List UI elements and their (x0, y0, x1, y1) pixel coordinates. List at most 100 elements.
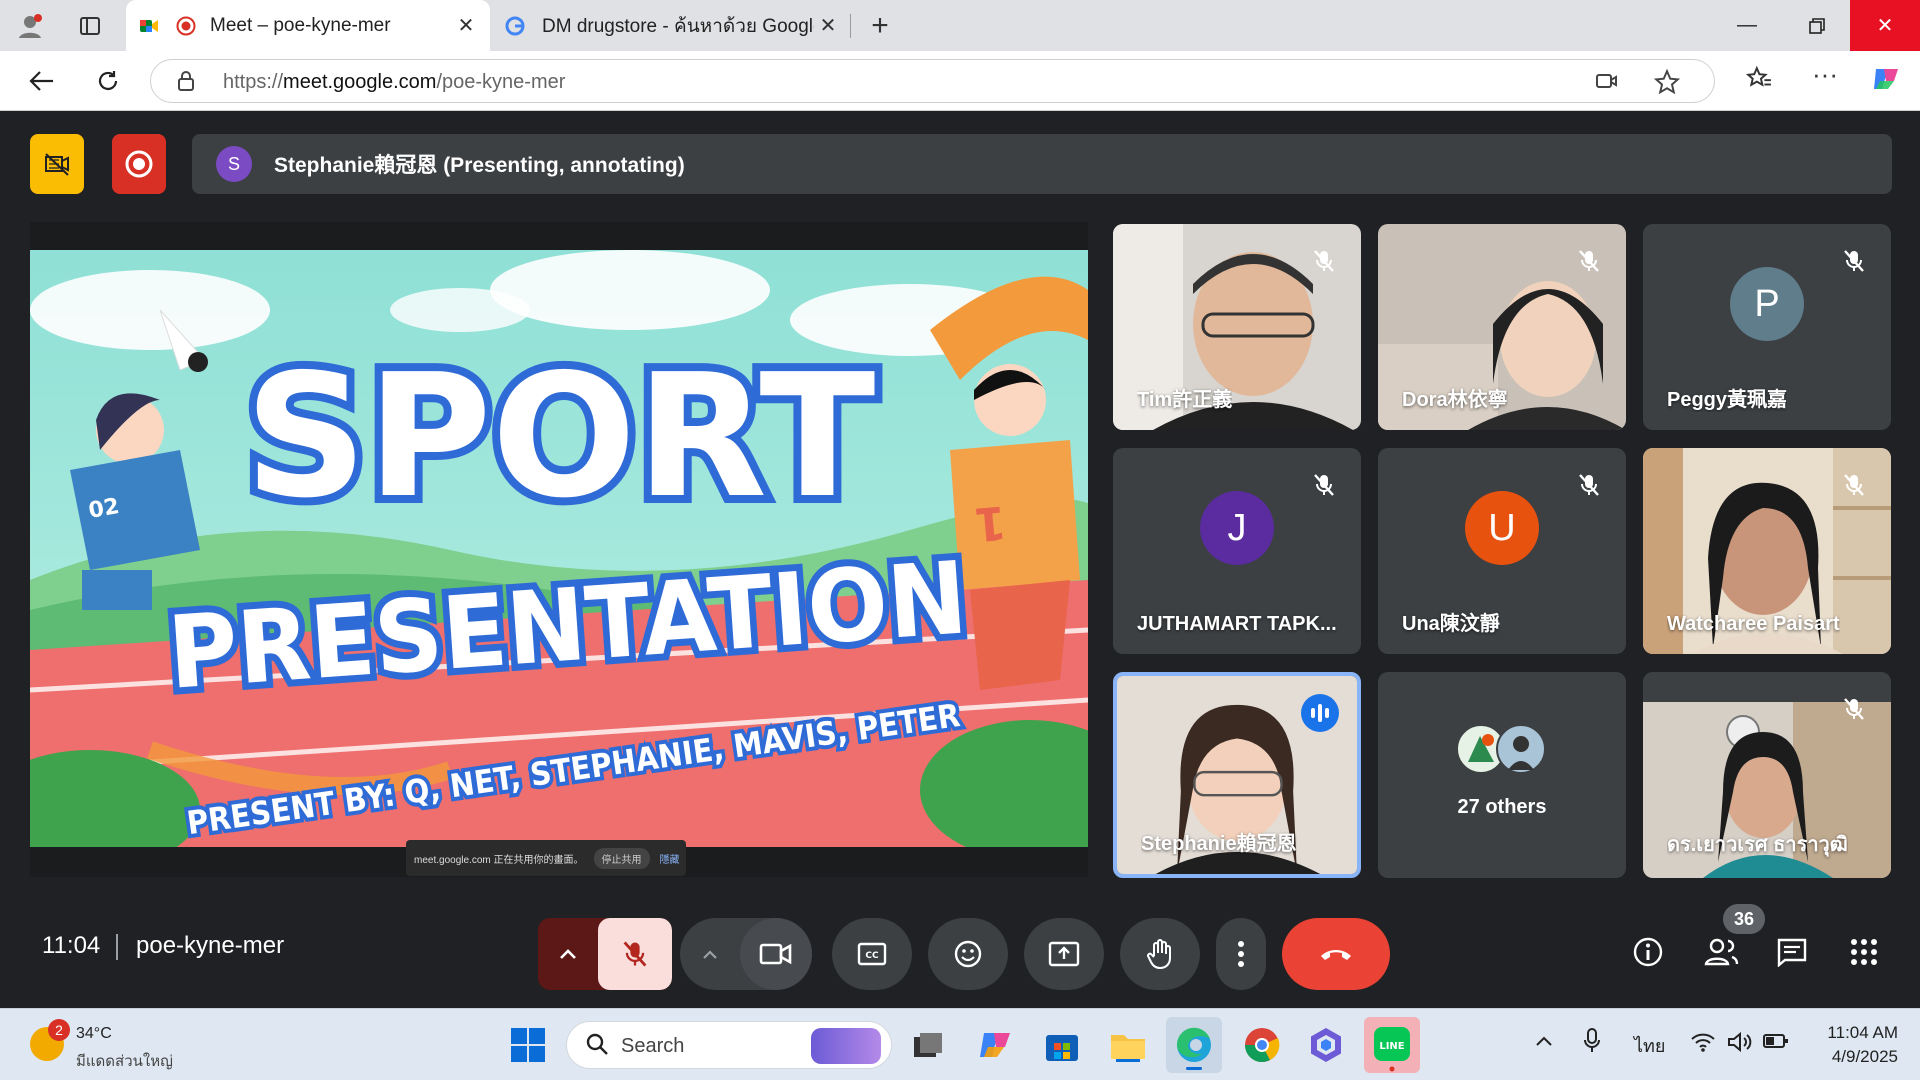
participant-tile[interactable]: ดร.เยาวเรศ ธาราวุฒิ (1643, 672, 1891, 878)
people-count-badge: 36 (1723, 904, 1765, 934)
clock-date: 4/9/2025 (1831, 1047, 1898, 1066)
google-favicon-icon (504, 15, 526, 37)
stop-sharing-button[interactable]: 停止共用 (593, 847, 650, 869)
presentation-slide: 1 02 SPORT PRESENTATION PRESENT BY: Q, N… (30, 250, 1088, 847)
task-view-icon[interactable] (908, 1025, 948, 1065)
mic-off-icon (1311, 248, 1337, 274)
minimize-button[interactable]: — (1712, 0, 1782, 51)
windows-start-icon[interactable] (508, 1025, 548, 1065)
raise-hand-icon (1147, 939, 1171, 970)
copilot-app-icon[interactable] (976, 1025, 1016, 1065)
volume-icon[interactable] (1726, 1031, 1752, 1059)
audio-options-chevron-icon[interactable] (538, 918, 598, 990)
favorite-star-icon[interactable] (1653, 68, 1681, 100)
people-icon[interactable] (1702, 932, 1742, 972)
reactions-button[interactable] (928, 918, 1008, 990)
participant-avatar: P (1730, 267, 1804, 341)
participant-avatar: J (1200, 491, 1274, 565)
back-arrow-icon[interactable] (22, 63, 62, 99)
camera-in-use-icon[interactable] (1596, 72, 1618, 95)
camera-control-group (680, 918, 812, 990)
mic-off-icon (623, 941, 647, 967)
favorites-icon[interactable] (1745, 65, 1772, 97)
mic-off-icon (1576, 248, 1602, 274)
hide-banner-link[interactable]: 隱藏 (660, 851, 680, 866)
mic-off-button[interactable] (598, 918, 672, 990)
profile-icon[interactable] (12, 8, 48, 44)
search-label: Search (621, 1035, 685, 1057)
chat-icon[interactable] (1772, 932, 1812, 972)
tab-meet[interactable]: Meet – poe-kyne-mer ✕ (126, 0, 490, 51)
mic-off-icon (1841, 248, 1867, 274)
meet-controls-bar: 11:04 poe-kyne-mer CC 36 (6, 902, 1914, 1002)
hang-up-icon (1321, 950, 1351, 960)
wifi-icon[interactable] (1690, 1031, 1716, 1059)
battery-icon[interactable] (1762, 1031, 1790, 1057)
participant-name: Dora林依寧 (1402, 389, 1508, 411)
captions-button[interactable]: CC (832, 918, 912, 990)
screen-share-banner: meet.google.com 正在共用你的畫面。 停止共用 隱藏 (406, 840, 686, 876)
svg-text:CC: CC (865, 951, 879, 961)
raise-hand-button[interactable] (1120, 918, 1200, 990)
participant-name: JUTHAMART TAPK... (1137, 613, 1337, 635)
recording-indicator-icon[interactable] (112, 134, 166, 194)
microphone-tray-icon[interactable] (1582, 1027, 1602, 1061)
participant-name: Una陳汶靜 (1402, 613, 1500, 635)
no-video-icon[interactable] (30, 134, 84, 194)
participant-tile[interactable]: U Una陳汶靜 (1378, 448, 1626, 654)
microsoft-store-icon[interactable] (1042, 1025, 1082, 1065)
notification-badge: 2 (48, 1019, 70, 1041)
slide-title-line1: SPORT (245, 338, 876, 536)
mic-control-group (538, 918, 672, 990)
present-screen-button[interactable] (1024, 918, 1104, 990)
show-hidden-icons-chevron[interactable] (1534, 1031, 1554, 1054)
more-options-button[interactable] (1216, 918, 1266, 990)
presenter-status: Stephanie賴冠恩 (Presenting, annotating) (274, 154, 685, 177)
url-text: https://meet.google.com/poe-kyne-mer (223, 71, 566, 93)
windows-taskbar: 2 34°C มีแดดส่วนใหญ่ Search LINE ไทย 11:… (0, 1008, 1920, 1080)
url-field[interactable]: https://meet.google.com/poe-kyne-mer (150, 59, 1715, 103)
tab-google-search[interactable]: DM drugstore - ค้นหาด้วย Google ✕ (492, 0, 852, 51)
tab-divider (850, 14, 851, 38)
meet-window: S Stephanie賴冠恩 (Presenting, annotating) (6, 112, 1914, 1004)
clock-time: 11:04 AM (1827, 1023, 1898, 1042)
others-count: 27 others (1457, 796, 1547, 818)
system-clock[interactable]: 11:04 AM 4/9/2025 (1812, 1021, 1898, 1069)
others-tile[interactable]: 27 others (1378, 672, 1626, 878)
chrome-icon[interactable] (1242, 1025, 1282, 1065)
participant-tile[interactable]: Tim許正義 (1113, 224, 1361, 430)
new-tab-icon[interactable]: + (862, 8, 898, 44)
activities-grid-icon[interactable] (1844, 932, 1884, 972)
restore-button[interactable] (1782, 0, 1852, 51)
copilot-icon[interactable] (1870, 63, 1902, 101)
participant-tile[interactable]: P Peggy黃珮嘉 (1643, 224, 1891, 430)
reload-icon[interactable] (88, 63, 128, 99)
tab-title: DM drugstore - ค้นหาด้วย Google (542, 15, 814, 37)
tab-title: Meet – poe-kyne-mer (210, 14, 391, 36)
more-options-icon[interactable]: ··· (1812, 59, 1838, 90)
taskbar-search[interactable]: Search (566, 1021, 892, 1069)
participant-tile-speaking[interactable]: Stephanie賴冠恩 (1113, 672, 1361, 878)
mic-off-icon (1841, 696, 1867, 722)
video-options-chevron-icon[interactable] (680, 948, 740, 960)
tab-actions-icon[interactable] (72, 8, 108, 44)
leave-call-button[interactable] (1282, 918, 1390, 990)
copilot-hex-icon[interactable] (1306, 1025, 1346, 1065)
closed-captions-icon: CC (857, 942, 887, 966)
input-language[interactable]: ไทย (1634, 1031, 1665, 1060)
mic-off-icon (1311, 472, 1337, 498)
close-window-button[interactable]: ✕ (1850, 0, 1920, 51)
weather-widget[interactable]: 2 34°C มีแดดส่วนใหญ่ (26, 1019, 186, 1071)
camera-button[interactable] (740, 918, 812, 990)
presentation-stage[interactable]: 1 02 SPORT PRESENTATION PRESENT BY: Q, N… (30, 222, 1088, 877)
line-app-icon[interactable]: LINE (1364, 1017, 1420, 1073)
participant-tile[interactable]: Dora林依寧 (1378, 224, 1626, 430)
meeting-info-icon[interactable] (1628, 932, 1668, 972)
file-explorer-icon[interactable] (1108, 1025, 1148, 1065)
edge-browser-icon[interactable] (1166, 1017, 1222, 1073)
participant-tile[interactable]: Watcharee Paisart (1643, 448, 1891, 654)
divider (116, 934, 118, 960)
participant-tile[interactable]: J JUTHAMART TAPK... (1113, 448, 1361, 654)
close-tab-icon[interactable]: ✕ (814, 13, 842, 38)
close-tab-icon[interactable]: ✕ (452, 13, 480, 38)
